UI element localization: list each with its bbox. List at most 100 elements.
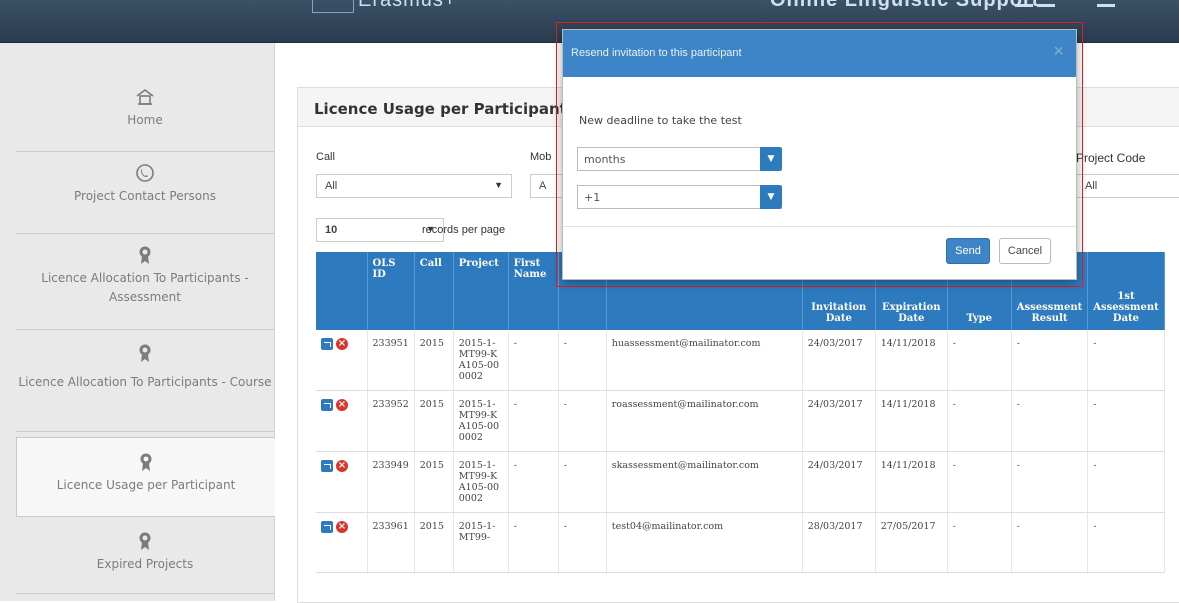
expiration-date-cell: 14/11/2018 [875, 451, 948, 513]
sidebar-item-allocation-course[interactable]: Licence Allocation To Participants - Cou… [16, 343, 274, 432]
first-name-cell: - [508, 451, 559, 513]
deadline-amount-select[interactable]: +1 ▼ [577, 185, 782, 209]
email-cell: test04@mailinator.com [606, 512, 803, 573]
licence-usage-table: OLS ID Call Project First Name Name Invi… [316, 252, 1165, 573]
call-header[interactable]: Call [414, 252, 454, 330]
delete-icon[interactable] [336, 338, 348, 350]
name-cell: - [558, 390, 607, 452]
records-per-page-label: records per page [422, 224, 506, 236]
delete-icon[interactable] [336, 460, 348, 472]
table-row: 233951 2015 2015-1-MT99-KA105-000002 - -… [316, 330, 1165, 391]
row-actions [316, 330, 368, 391]
badge-icon [140, 453, 152, 471]
ols-id-cell: 233961 [367, 512, 415, 573]
phone-icon [136, 164, 154, 182]
deadline-label: New deadline to take the test [579, 114, 742, 127]
type-cell: - [947, 390, 1012, 452]
email-cell: skassessment@mailinator.com [606, 451, 803, 513]
expiration-date-cell: 27/05/2017 [875, 512, 948, 573]
email-cell: huassessment@mailinator.com [606, 330, 803, 391]
actions-header [316, 252, 368, 330]
call-cell: 2015 [414, 330, 454, 391]
first-assessment-date-cell: - [1087, 330, 1165, 391]
assessment-result-cell: - [1011, 512, 1089, 573]
delete-icon[interactable] [336, 399, 348, 411]
sidebar-item-contact-persons[interactable]: Project Contact Persons [16, 163, 274, 234]
project-code-filter-label: Project Code [1076, 151, 1146, 165]
call-cell: 2015 [414, 512, 454, 573]
sidebar: Home Project Contact Persons Licence All… [0, 43, 275, 601]
close-icon[interactable]: × [1053, 41, 1064, 62]
type-cell: - [947, 512, 1012, 573]
ols-id-cell: 233952 [367, 390, 415, 452]
name-cell: - [558, 451, 607, 513]
home-icon [136, 89, 154, 105]
send-button[interactable]: Send [946, 238, 990, 264]
name-cell: - [558, 512, 607, 573]
project-code-filter-value: All [1085, 180, 1098, 192]
call-filter-select[interactable]: All ▼ [316, 174, 512, 198]
ols-id-cell: 233949 [367, 451, 415, 513]
resend-invitation-dialog: Resend invitation to this participant × … [562, 29, 1077, 280]
table-row: 233961 2015 2015-1-MT99- - - test04@mail… [316, 512, 1165, 573]
first-assessment-date-cell: - [1087, 512, 1165, 573]
sidebar-item-home[interactable]: Home [16, 87, 274, 152]
sidebar-item-label: Expired Projects [96, 557, 194, 571]
cancel-button[interactable]: Cancel [999, 238, 1051, 264]
expiration-date-cell: 14/11/2018 [875, 390, 948, 452]
chevron-down-icon[interactable]: ▼ [760, 147, 782, 171]
table-row: 233952 2015 2015-1-MT99-KA105-000002 - -… [316, 390, 1165, 452]
project-cell: 2015-1-MT99-KA105-000002 [453, 390, 509, 452]
badge-icon [139, 246, 151, 264]
type-cell: - [947, 330, 1012, 391]
first-name-cell: - [508, 390, 559, 452]
sidebar-item-expired-projects[interactable]: Expired Projects [16, 523, 274, 594]
records-per-page-value: 10 [325, 224, 338, 236]
dialog-header: Resend invitation to this participant × [563, 30, 1076, 77]
mobility-filter-value: A [539, 180, 547, 192]
deadline-amount-value: +1 [584, 191, 601, 204]
delete-icon[interactable] [336, 521, 348, 533]
resend-icon[interactable] [321, 460, 333, 472]
deadline-unit-select[interactable]: months ▼ [577, 147, 782, 171]
resend-icon[interactable] [321, 399, 333, 411]
call-filter-value: All [325, 180, 338, 192]
project-header[interactable]: Project [453, 252, 509, 330]
row-actions [316, 512, 368, 573]
email-cell: roassessment@mailinator.com [606, 390, 803, 452]
badge-icon [139, 532, 151, 550]
row-actions [316, 390, 368, 452]
resend-icon[interactable] [321, 521, 333, 533]
first-assessment-date-header[interactable]: 1st Assessment Date [1087, 252, 1165, 330]
first-name-cell: - [508, 512, 559, 573]
assessment-result-cell: - [1011, 451, 1089, 513]
dialog-footer-divider [563, 226, 1076, 227]
ols-id-header[interactable]: OLS ID [367, 252, 415, 330]
call-cell: 2015 [414, 390, 454, 452]
assessment-result-cell: - [1011, 330, 1089, 391]
sidebar-item-licence-usage[interactable]: Licence Usage per Participant [16, 437, 275, 517]
sidebar-item-label: Licence Allocation To Participants - Cou… [18, 375, 272, 389]
chevron-down-icon[interactable]: ▼ [760, 185, 782, 209]
sidebar-item-label: Project Contact Persons [74, 189, 216, 203]
project-code-filter-select[interactable]: All [1076, 174, 1179, 198]
expiration-date-cell: 14/11/2018 [875, 330, 948, 391]
page-title: Licence Usage per Participant [314, 100, 567, 118]
mobility-filter-label: Mob [530, 151, 552, 163]
header-decor [1097, 4, 1115, 7]
resend-icon[interactable] [321, 338, 333, 350]
sidebar-item-label: Licence Allocation To Participants - Ass… [41, 271, 249, 304]
invitation-date-cell: 28/03/2017 [802, 512, 876, 573]
invitation-date-cell: 24/03/2017 [802, 451, 876, 513]
call-cell: 2015 [414, 451, 454, 513]
brand-name: Erasmus+ [358, 0, 457, 11]
type-cell: - [947, 451, 1012, 513]
sidebar-item-label: Licence Usage per Participant [56, 478, 236, 492]
project-cell: 2015-1-MT99- [453, 512, 509, 573]
first-name-header[interactable]: First Name [508, 252, 559, 330]
chevron-down-icon: ▼ [494, 180, 503, 190]
sidebar-item-allocation-assessment[interactable]: Licence Allocation To Participants - Ass… [16, 245, 274, 330]
invitation-date-cell: 24/03/2017 [802, 390, 876, 452]
ols-id-cell: 233951 [367, 330, 415, 391]
project-cell: 2015-1-MT99-KA105-000002 [453, 330, 509, 391]
